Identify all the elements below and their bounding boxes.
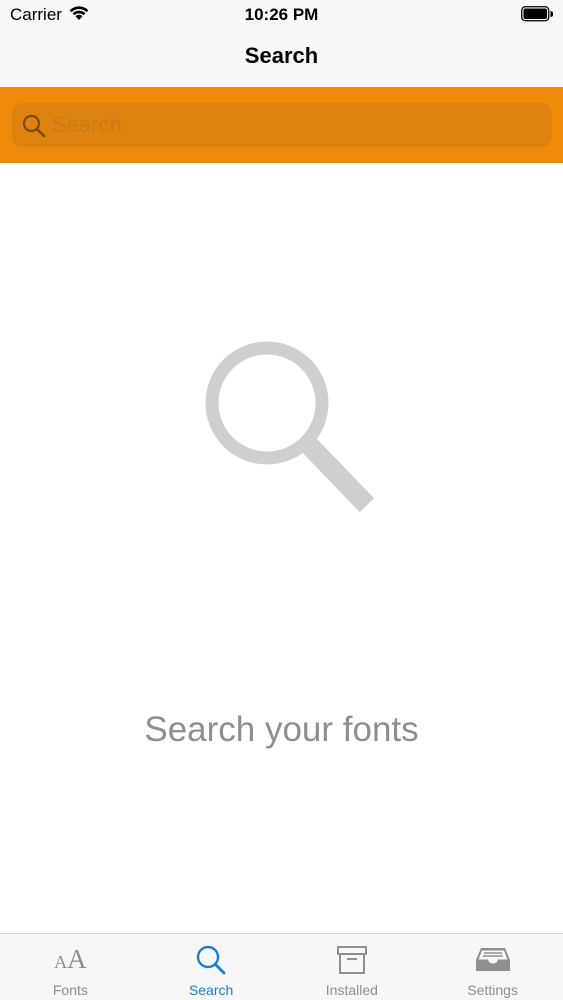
empty-state-magnifier-icon: [200, 338, 380, 523]
tab-search-label: Search: [188, 982, 234, 998]
status-bar: Carrier 10:26 PM: [0, 0, 563, 30]
archive-box-icon: [336, 944, 368, 981]
battery-icon: [521, 6, 554, 27]
search-icon: [195, 944, 227, 981]
tab-installed-label: Installed: [325, 982, 378, 998]
empty-state-message: Search your fonts: [144, 710, 419, 749]
inbox-tray-icon: [474, 944, 512, 981]
status-time: 10:26 PM: [244, 5, 319, 24]
fonts-aa-icon: AA: [54, 944, 87, 975]
tab-bar: AA Fonts Search Installed Settings: [0, 933, 563, 1000]
fonts-icon-small-glyph: A: [54, 952, 68, 972]
fonts-icon-big-glyph: A: [67, 944, 87, 974]
page-title: Search: [244, 43, 319, 68]
magnifier-icon: [22, 114, 46, 143]
tab-settings-label: Settings: [467, 982, 518, 998]
tab-fonts[interactable]: AA Fonts: [0, 934, 141, 1000]
tab-fonts-label: Fonts: [52, 982, 88, 998]
tab-search[interactable]: Search: [141, 934, 282, 1000]
search-bar-container: [0, 87, 563, 163]
search-input[interactable]: [52, 103, 542, 147]
tab-installed[interactable]: Installed: [282, 934, 423, 1000]
search-field[interactable]: [12, 103, 552, 147]
navigation-bar: Search: [0, 30, 563, 87]
tab-settings[interactable]: Settings: [422, 934, 563, 1000]
